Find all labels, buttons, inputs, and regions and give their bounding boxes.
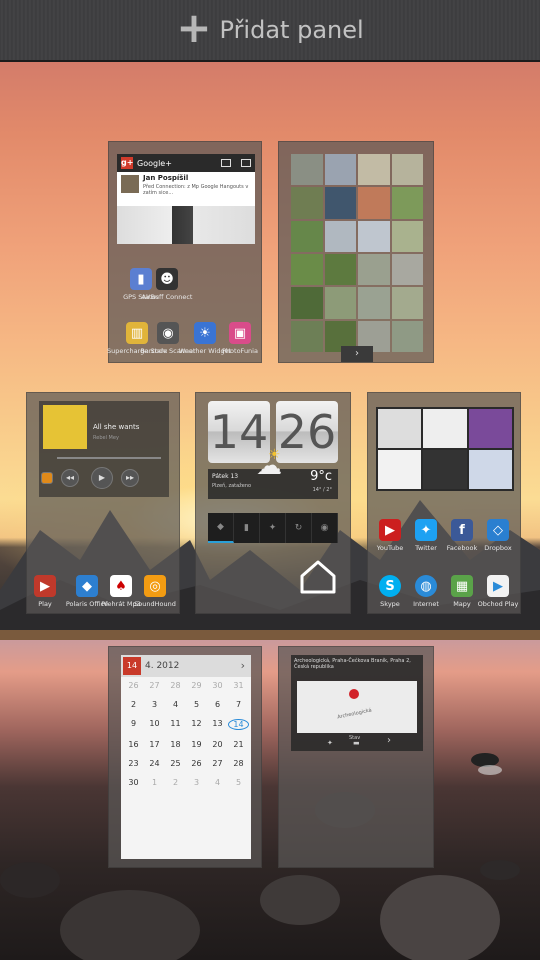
calendar-grid[interactable]: 26 27 28 29 30 31 234567 9 10 11 12 13 14 16 17 18 19… [121, 677, 251, 791]
app-soundhound[interactable]: ◎ SoundHound [125, 575, 185, 608]
walk-icon[interactable]: ✦ [327, 739, 333, 747]
browser-tabs-widget[interactable] [376, 407, 514, 491]
temp-range: 14° / 2° [312, 487, 332, 493]
album-art [43, 405, 87, 449]
calendar-icon: 14 [123, 657, 141, 675]
panel-music[interactable]: All she wants Rebel Mey ◂◂ ▶ ▸▸ ▶ Play ◆… [26, 392, 180, 614]
wifi-toggle-icon[interactable]: ◆ [208, 513, 234, 543]
previous-button[interactable]: ◂◂ [61, 469, 79, 487]
song-title: All she wants [93, 423, 140, 431]
panel-calendar[interactable]: 14 4. 2012 › 26 27 28 29 30 31 234567 9 10 11 12… [108, 646, 262, 868]
next-button[interactable]: ▸▸ [121, 469, 139, 487]
post-author: Jan Pospíšil [143, 174, 189, 182]
map-pin-icon [349, 689, 359, 699]
panel-gallery[interactable]: › [278, 141, 434, 363]
play-store-icon: ▶ [34, 575, 56, 597]
home-icon[interactable] [298, 558, 338, 598]
clock-minute[interactable]: 26 [276, 401, 338, 463]
post-photo [117, 206, 255, 244]
photo-icon: ▣ [229, 322, 251, 344]
face-icon: ☻ [156, 268, 178, 290]
power-toggles[interactable]: ◆ ▮ ✦ ↻ ◉ [208, 513, 338, 543]
compose-icon[interactable] [241, 159, 251, 167]
play-button[interactable]: ▶ [91, 467, 113, 489]
avatar [121, 175, 139, 193]
app-dropbox[interactable]: ◇ Dropbox [468, 519, 528, 552]
plus-icon: + [176, 3, 212, 52]
calendar-widget[interactable]: 14 4. 2012 › 26 27 28 29 30 31 234567 9 10 11 12… [121, 655, 251, 859]
maps-next-icon[interactable]: › [387, 735, 391, 746]
brightness-toggle-icon[interactable]: ✦ [260, 513, 286, 543]
post-snippet: Před Connection: z Mp Google Hangouts v … [143, 184, 249, 196]
app-photofunia[interactable]: ▣ PhotoFunia [210, 322, 270, 355]
app-obchod-play[interactable]: ▶ Obchod Play [468, 575, 528, 608]
panel-apps[interactable]: ▶ YouTube ✦ Twitter f Facebook ◇ Dropbox… [367, 392, 521, 614]
panel-maps[interactable]: Archeologická, Praha-Čečkova Braník, Pra… [278, 646, 434, 868]
map-view[interactable]: Archeologická [297, 681, 417, 733]
maps-address: Archeologická, Praha-Čečkova Braník, Pra… [294, 658, 411, 670]
sync-toggle-icon[interactable]: ↻ [286, 513, 312, 543]
add-panel-label: Přidat panel [219, 16, 364, 44]
add-panel-button[interactable]: + Přidat panel [0, 0, 540, 62]
dropbox-icon: ◇ [487, 519, 509, 541]
map-street-label: Archeologická [336, 707, 373, 721]
song-artist: Rebel Mey [93, 435, 119, 441]
google-plus-title: Google+ [137, 158, 172, 168]
calendar-next-icon[interactable]: › [241, 655, 245, 677]
temperature: 9°c [310, 469, 332, 484]
weather-sun-icon: ☀ [268, 447, 281, 463]
app-airbuff[interactable]: ☻ AirBuff Connect [137, 268, 197, 301]
calendar-month: 4. 2012 [145, 661, 180, 671]
soundhound-icon: ◎ [144, 575, 166, 597]
stop-button[interactable] [41, 472, 53, 484]
gallery-widget[interactable] [291, 154, 423, 352]
date-label: Pátek 13 [212, 473, 239, 480]
maps-widget[interactable]: Archeologická, Praha-Čečkova Braník, Pra… [291, 655, 423, 751]
panel-google-plus[interactable]: g+ Google+ Jan Pospíšil Před Connection:… [107, 141, 262, 363]
calendar-today: 14 [228, 719, 249, 730]
progress-bar[interactable] [57, 457, 161, 459]
battery-toggle-icon[interactable]: ▮ [234, 513, 260, 543]
google-plus-widget[interactable]: g+ Google+ Jan Pospíšil Před Connection:… [117, 154, 255, 244]
city-label: Plzeň, zataženo [212, 483, 252, 489]
rocks-foreground [0, 753, 520, 960]
shop-icon: ▶ [487, 575, 509, 597]
gps-toggle-icon[interactable]: ◉ [312, 513, 338, 543]
car-icon[interactable]: ▬ [353, 739, 360, 747]
gallery-next-button[interactable]: › [341, 346, 373, 362]
camera-icon[interactable] [221, 159, 231, 167]
music-widget[interactable]: All she wants Rebel Mey ◂◂ ▶ ▸▸ [39, 401, 169, 497]
google-plus-icon: g+ [121, 157, 134, 169]
